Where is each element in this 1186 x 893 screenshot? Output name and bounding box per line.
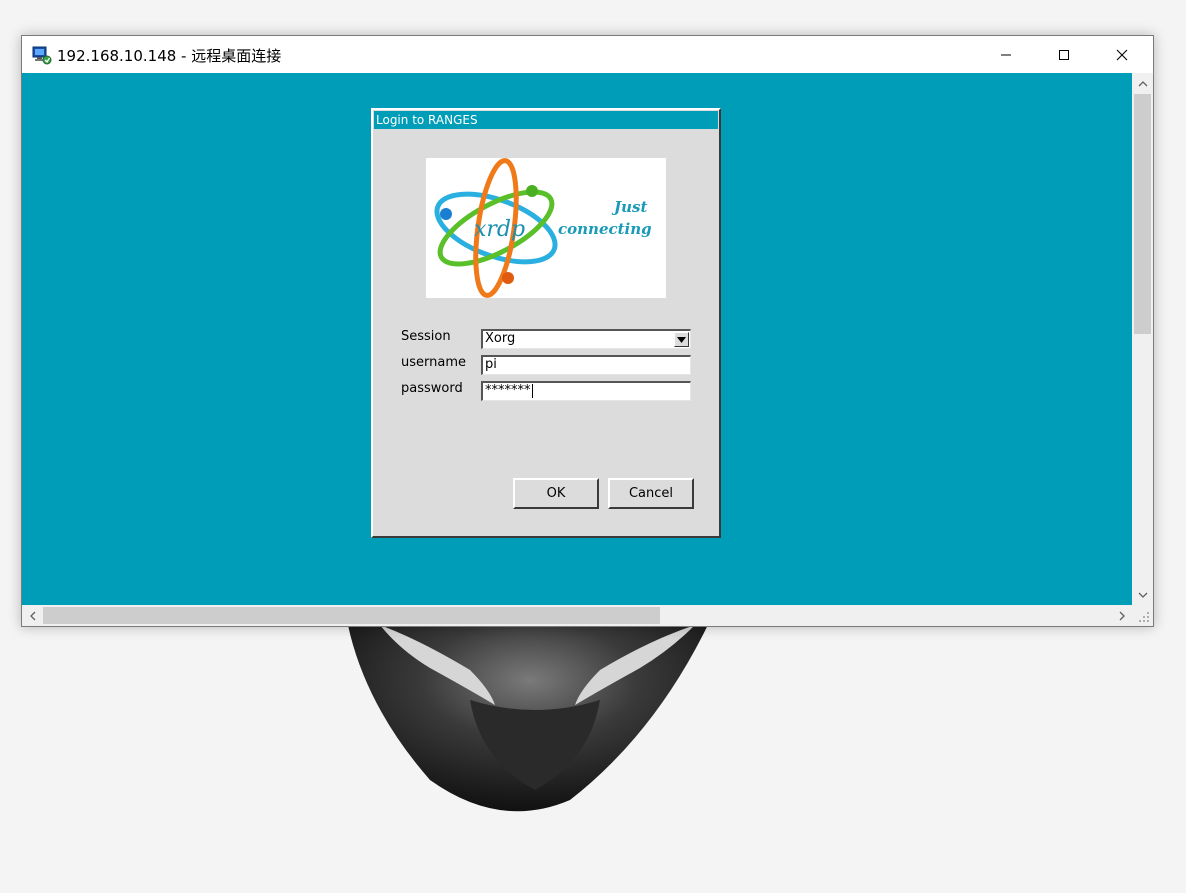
resize-grip-icon [1139,612,1149,622]
window-titlebar[interactable]: 192.168.10.148 - 远程桌面连接 [22,36,1153,73]
chevron-up-icon [1138,80,1147,86]
maximize-button[interactable] [1035,36,1093,73]
session-select[interactable]: Xorg [481,329,691,349]
password-label: password [401,381,463,396]
chevron-right-icon [1119,611,1125,620]
remote-desktop-viewport[interactable]: Login to RANGES xrdp Just connecting Ses… [22,73,1132,605]
password-value: ******* [485,383,531,398]
svg-text:xrdp: xrdp [474,217,525,242]
minimize-icon [1001,54,1011,55]
scroll-down-button[interactable] [1132,584,1153,605]
password-input[interactable]: ******* [481,381,691,401]
session-label: Session [401,329,451,344]
scroll-up-button[interactable] [1132,73,1153,94]
resize-grip[interactable] [1132,605,1153,626]
window-title: 192.168.10.148 - 远程桌面连接 [57,47,282,65]
horizontal-scroll-thumb[interactable] [43,607,660,624]
text-cursor [531,383,533,398]
scroll-right-button[interactable] [1111,605,1132,626]
cancel-button[interactable]: Cancel [608,478,694,509]
horizontal-scrollbar[interactable] [22,605,1132,626]
vertical-scroll-thumb[interactable] [1134,94,1151,334]
scroll-left-button[interactable] [22,605,43,626]
vertical-scrollbar[interactable] [1132,73,1153,605]
session-dropdown-button[interactable] [674,332,689,347]
session-value: Xorg [485,331,516,346]
close-icon [1116,49,1128,60]
atom-logo-icon: xrdp Just connecting [434,158,652,298]
minimize-button[interactable] [977,36,1035,73]
dropdown-arrow-icon [677,336,686,343]
xrdp-login-dialog: Login to RANGES xrdp Just connecting Ses… [371,108,721,538]
chevron-left-icon [29,611,35,620]
remote-desktop-window: 192.168.10.148 - 远程桌面连接 Login to RANGES [21,35,1154,627]
maximize-icon [1059,49,1069,60]
remote-desktop-icon [32,46,52,65]
username-input[interactable]: pi [481,355,691,375]
xrdp-logo: xrdp Just connecting [426,158,666,298]
ok-button[interactable]: OK [513,478,599,509]
dialog-title: Login to RANGES [374,111,718,129]
username-label: username [401,355,466,370]
svg-text:Just: Just [611,198,647,216]
close-button[interactable] [1093,36,1151,73]
svg-text:connecting: connecting [558,220,652,238]
username-value: pi [485,357,497,372]
chevron-down-icon [1138,592,1147,598]
